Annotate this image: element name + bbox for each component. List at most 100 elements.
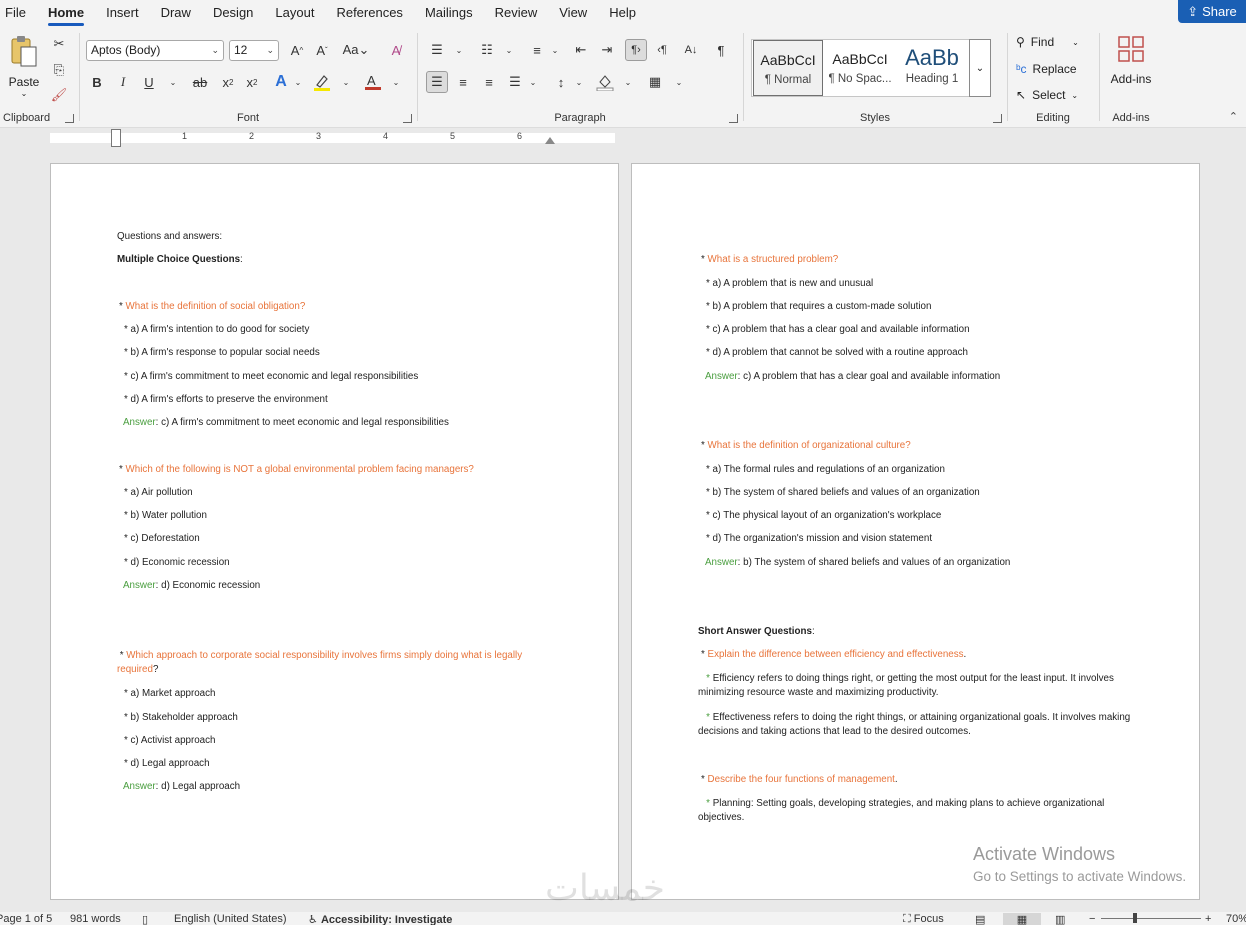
clipboard-launcher-icon[interactable] bbox=[65, 114, 74, 123]
font-launcher-icon[interactable] bbox=[403, 114, 412, 123]
ruler-track[interactable] bbox=[50, 133, 615, 143]
focus-button[interactable]: ⛶ Focus bbox=[903, 913, 944, 925]
zoom-out-icon[interactable]: − bbox=[1089, 913, 1095, 925]
paragraph-launcher-icon[interactable] bbox=[729, 114, 738, 123]
menu-file[interactable]: File bbox=[0, 0, 37, 27]
shrink-font-icon[interactable]: Aˇ bbox=[311, 39, 333, 61]
activate-windows-watermark: Activate Windows Go to Settings to activ… bbox=[973, 844, 1186, 884]
proofing-icon[interactable]: ▯ bbox=[142, 913, 148, 925]
answer-4: Answer: c) A problem that has a clear go… bbox=[705, 371, 1001, 382]
menu-home[interactable]: Home bbox=[37, 0, 95, 27]
chevron-down-icon[interactable]: ⌄ bbox=[498, 39, 520, 61]
question-7: * Describe the four functions of managem… bbox=[701, 774, 898, 785]
menu-insert[interactable]: Insert bbox=[95, 0, 150, 27]
chevron-down-icon[interactable]: ⌄ bbox=[668, 71, 690, 93]
subscript-icon[interactable]: x2 bbox=[217, 71, 239, 93]
menu-mailings[interactable]: Mailings bbox=[414, 0, 484, 27]
pilcrow-icon[interactable]: ¶ bbox=[710, 39, 732, 61]
menu-review[interactable]: Review bbox=[484, 0, 549, 27]
zoom-slider[interactable] bbox=[1101, 918, 1201, 919]
option: * a) Market approach bbox=[124, 688, 216, 699]
chevron-down-icon[interactable]: ⌄ bbox=[617, 71, 639, 93]
page-count[interactable]: Page 1 of 5 bbox=[0, 913, 52, 925]
format-painter-icon[interactable]: 🖌 bbox=[48, 84, 70, 106]
bold-icon[interactable]: B bbox=[86, 71, 108, 93]
borders-icon[interactable]: ▦ bbox=[644, 71, 666, 93]
collapse-ribbon-icon[interactable]: ⌃ bbox=[1229, 110, 1238, 123]
superscript-icon[interactable]: x2 bbox=[241, 71, 263, 93]
styles-more-button[interactable]: ⌄ bbox=[969, 39, 991, 97]
font-size-combo[interactable]: 12 ⌄ bbox=[229, 40, 279, 61]
style-name: Heading 1 bbox=[905, 73, 959, 85]
cut-icon[interactable]: ✂ bbox=[48, 33, 70, 55]
menu-design[interactable]: Design bbox=[202, 0, 264, 27]
shading-icon[interactable] bbox=[594, 71, 616, 93]
indent-marker[interactable] bbox=[111, 129, 121, 147]
mcq-heading: Multiple Choice Questions: bbox=[117, 254, 243, 265]
chevron-down-icon[interactable]: ⌄ bbox=[162, 71, 184, 93]
rtl-icon[interactable]: ‹¶ bbox=[651, 39, 673, 61]
clear-formatting-icon[interactable]: A̸ bbox=[385, 39, 407, 61]
web-layout-icon[interactable]: ▥ bbox=[1055, 913, 1065, 925]
chevron-down-icon[interactable]: ⌄ bbox=[448, 39, 470, 61]
mcq-heading-text: Multiple Choice Questions bbox=[117, 254, 241, 265]
font-name-combo[interactable]: Aptos (Body) ⌄ bbox=[86, 40, 224, 61]
chevron-down-icon[interactable]: ⌄ bbox=[568, 71, 590, 93]
menu-layout[interactable]: Layout bbox=[264, 0, 325, 27]
style-normal[interactable]: AaBbCcI ¶ Normal bbox=[753, 40, 823, 96]
right-indent-marker[interactable] bbox=[545, 137, 555, 144]
highlight-icon[interactable] bbox=[311, 71, 333, 93]
chevron-down-icon[interactable]: ⌄ bbox=[544, 39, 566, 61]
zoom-in-icon[interactable]: + bbox=[1205, 913, 1211, 925]
font-group-label: Font bbox=[236, 112, 259, 124]
accessibility-status[interactable]: ♿ Accessibility: Investigate bbox=[308, 913, 452, 925]
ltr-icon[interactable]: ¶› bbox=[625, 39, 647, 61]
zoom-level[interactable]: 70% bbox=[1226, 913, 1246, 925]
menu-help[interactable]: Help bbox=[598, 0, 647, 27]
style-no-spacing[interactable]: AaBbCcI ¶ No Spac... bbox=[825, 40, 895, 96]
activate-title: Activate Windows bbox=[973, 844, 1116, 864]
numbering-icon[interactable]: ☷ bbox=[476, 39, 498, 61]
menu-view[interactable]: View bbox=[548, 0, 598, 27]
chevron-down-icon[interactable]: ⌄ bbox=[335, 71, 357, 93]
chevron-down-icon[interactable]: ⌄ bbox=[522, 71, 544, 93]
language[interactable]: English (United States) bbox=[174, 913, 287, 925]
answer-label: Answer bbox=[123, 417, 156, 428]
bullets-icon[interactable]: ☰ bbox=[426, 39, 448, 61]
option: * b) Water pollution bbox=[124, 510, 207, 521]
read-mode-icon[interactable]: ▤ bbox=[975, 913, 985, 925]
addins-button[interactable]: Add-ins bbox=[1106, 35, 1156, 86]
word-count[interactable]: 981 words bbox=[70, 913, 121, 925]
underline-icon[interactable]: U bbox=[138, 71, 160, 93]
style-heading-1[interactable]: AaBb Heading 1 bbox=[897, 40, 967, 96]
decrease-indent-icon[interactable]: ⇤ bbox=[570, 39, 592, 61]
strikethrough-icon[interactable]: ab bbox=[189, 71, 211, 93]
chevron-down-icon[interactable]: ⌄ bbox=[287, 71, 309, 93]
increase-indent-icon[interactable]: ⇥ bbox=[596, 39, 618, 61]
chevron-down-icon[interactable]: ⌄ bbox=[385, 71, 407, 93]
menu-draw[interactable]: Draw bbox=[150, 0, 202, 27]
menu-references[interactable]: References bbox=[325, 0, 413, 27]
paste-button[interactable]: Paste ⌄ bbox=[6, 33, 42, 99]
answer-text: d) Economic recession bbox=[161, 580, 261, 591]
copy-icon[interactable]: ⎘ bbox=[48, 59, 70, 81]
style-sample: AaBbCcI bbox=[832, 51, 888, 67]
sort-icon[interactable]: A↓ bbox=[680, 39, 702, 61]
align-left-icon[interactable]: ☰ bbox=[426, 71, 448, 93]
italic-icon[interactable]: I bbox=[112, 71, 134, 93]
answer-label: Answer bbox=[705, 371, 738, 382]
align-right-icon[interactable]: ≡ bbox=[478, 71, 500, 93]
styles-launcher-icon[interactable] bbox=[993, 114, 1002, 123]
styles-gallery: AaBbCcI ¶ Normal AaBbCcI ¶ No Spac... Aa… bbox=[751, 39, 991, 97]
document-page-1[interactable]: Questions and answers: Multiple Choice Q… bbox=[50, 163, 619, 900]
share-button[interactable]: ⇪ Share bbox=[1178, 0, 1246, 23]
option: * b) A firm's response to popular social… bbox=[124, 347, 320, 358]
change-case-icon[interactable]: Aa⌄ bbox=[342, 39, 370, 61]
align-center-icon[interactable]: ≡ bbox=[452, 71, 474, 93]
ruler-number: 6 bbox=[517, 131, 523, 141]
zoom-slider-thumb[interactable] bbox=[1133, 913, 1137, 923]
print-layout-icon[interactable]: ▦ bbox=[1003, 913, 1041, 925]
grow-font-icon[interactable]: A ^ bbox=[286, 39, 308, 61]
font-color-icon[interactable]: A bbox=[362, 71, 384, 93]
document-page-2[interactable]: * What is a structured problem? * a) A p… bbox=[631, 163, 1200, 900]
